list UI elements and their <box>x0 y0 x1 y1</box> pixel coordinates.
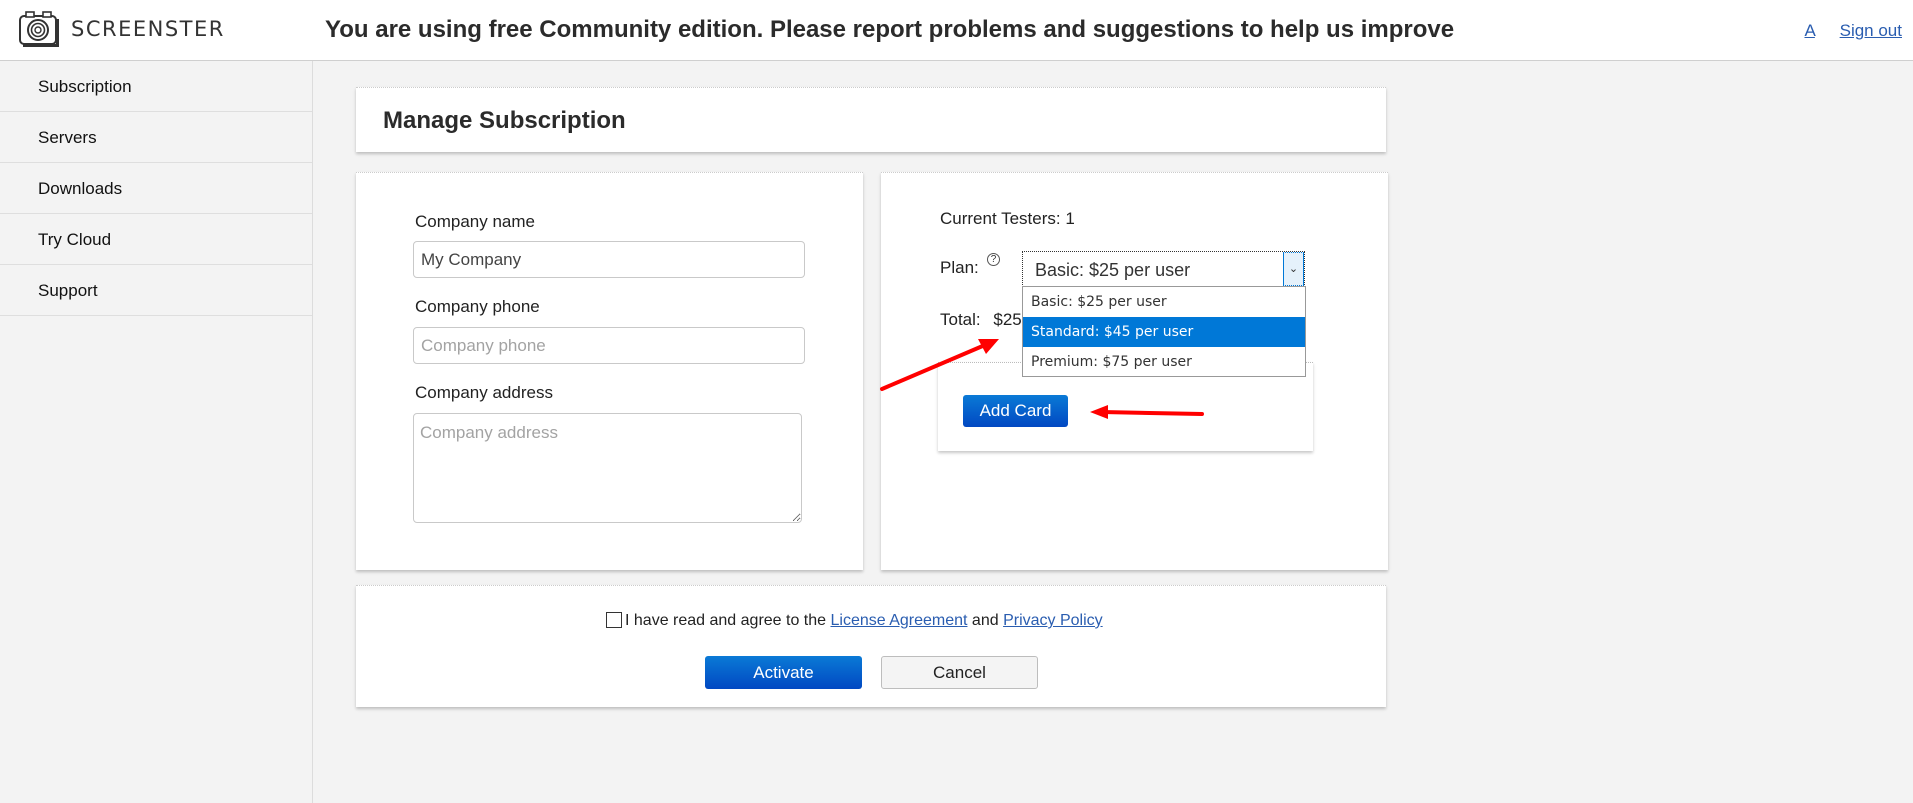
company-name-input[interactable] <box>413 241 805 278</box>
activate-button[interactable]: Activate <box>705 656 862 689</box>
sidebar-item-downloads[interactable]: Downloads <box>0 163 312 214</box>
plan-label: Plan: <box>940 258 979 277</box>
cancel-button[interactable]: Cancel <box>881 656 1038 689</box>
plan-option-premium[interactable]: Premium: $75 per user <box>1023 347 1305 377</box>
agreement-row: I have read and agree to the License Agr… <box>606 612 1103 630</box>
header-links: A Sign out <box>1784 21 1902 41</box>
user-link[interactable]: A <box>1804 21 1814 40</box>
plan-dropdown-list: Basic: $25 per user Standard: $45 per us… <box>1022 286 1306 377</box>
privacy-policy-link[interactable]: Privacy Policy <box>1003 612 1103 629</box>
company-name-label: Company name <box>415 212 536 231</box>
current-testers: Current Testers: 1 <box>940 209 1075 228</box>
company-phone-input[interactable] <box>413 327 805 364</box>
agreement-card: I have read and agree to the License Agr… <box>356 585 1386 707</box>
sidebar: Subscription Servers Downloads Try Cloud… <box>0 61 313 803</box>
agreement-and-text: and <box>967 612 1004 629</box>
plan-option-standard[interactable]: Standard: $45 per user <box>1023 317 1305 347</box>
sidebar-item-servers[interactable]: Servers <box>0 112 312 163</box>
title-card: Manage Subscription <box>356 87 1386 152</box>
brand-name: SCREENSTER <box>71 17 225 41</box>
plan-option-basic[interactable]: Basic: $25 per user <box>1023 287 1305 317</box>
company-address-label: Company address <box>415 383 553 402</box>
agree-checkbox[interactable] <box>606 612 622 628</box>
help-icon[interactable]: ? <box>987 253 1000 266</box>
total-label: Total: $25 <box>940 310 1022 330</box>
top-header: SCREENSTER You are using free Community … <box>0 0 1913 61</box>
sign-out-link[interactable]: Sign out <box>1840 21 1902 40</box>
company-info-card: Company name Company phone Company addre… <box>356 172 863 570</box>
total-value: $25 <box>993 310 1022 329</box>
page-title: Manage Subscription <box>383 107 626 134</box>
sidebar-item-support[interactable]: Support <box>0 265 312 316</box>
license-agreement-link[interactable]: License Agreement <box>830 612 967 629</box>
company-address-textarea[interactable] <box>413 413 802 523</box>
community-edition-banner: You are using free Community edition. Pl… <box>325 16 1455 43</box>
company-phone-label: Company phone <box>415 297 540 316</box>
agreement-text: I have read and agree to the <box>625 612 831 629</box>
add-card-button[interactable]: Add Card <box>963 395 1068 427</box>
plan-select[interactable]: Basic: $25 per user ⌄ <box>1022 251 1305 287</box>
chevron-down-icon[interactable]: ⌄ <box>1283 252 1304 286</box>
sidebar-item-subscription[interactable]: Subscription <box>0 61 312 112</box>
sidebar-item-try-cloud[interactable]: Try Cloud <box>0 214 312 265</box>
camera-logo-icon <box>19 11 59 47</box>
plan-selected-value: Basic: $25 per user <box>1035 260 1191 280</box>
total-label-text: Total: <box>940 310 981 329</box>
